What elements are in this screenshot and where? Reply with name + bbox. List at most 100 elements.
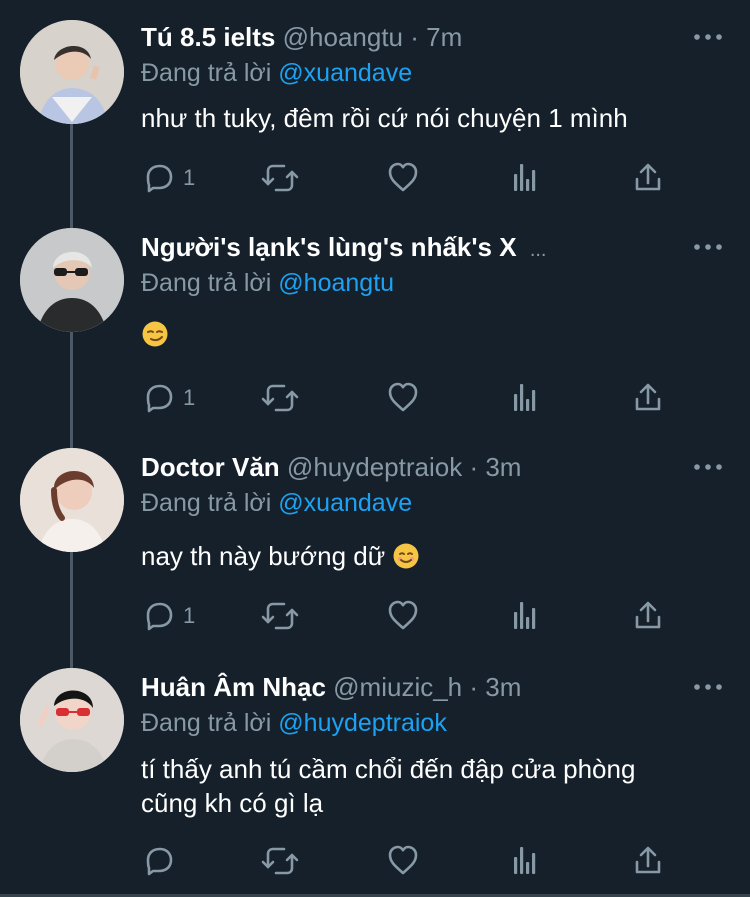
- name-overflow-ellipsis: ...: [529, 239, 547, 261]
- tweet-header: Người's lạnk's lùng's nhấk's X ...: [141, 229, 686, 265]
- tweet[interactable]: Tú 8.5 ielts @hoangtu · 7m Đang trả lời …: [0, 0, 750, 220]
- meta-separator: ·: [410, 22, 419, 52]
- tweet-text-content: nay th này bướng dữ: [141, 541, 386, 571]
- more-options-button[interactable]: [692, 238, 724, 256]
- replying-to-label: Đang trả lời: [141, 59, 272, 87]
- analytics-button[interactable]: [508, 843, 542, 879]
- reply-count: 1: [183, 385, 196, 410]
- smiling-face-emoji: [392, 542, 420, 578]
- tweet-text-line: cũng kh có gì lạ: [141, 788, 324, 818]
- retweet-button[interactable]: [261, 598, 299, 634]
- avatar[interactable]: [20, 448, 124, 552]
- retweet-button[interactable]: [261, 380, 299, 416]
- tweet[interactable]: Huân Âm Nhạc @miuzic_h · 3m Đang trả lời…: [0, 650, 750, 894]
- meta-separator: ·: [469, 672, 479, 702]
- timestamp[interactable]: 3m: [485, 452, 521, 482]
- tweet-actions: [141, 843, 681, 879]
- display-name[interactable]: Tú 8.5 ielts: [141, 22, 275, 52]
- avatar[interactable]: [20, 668, 124, 772]
- display-name[interactable]: Huân Âm Nhạc: [141, 672, 326, 702]
- replying-to-link[interactable]: @xuandave: [278, 59, 412, 87]
- username[interactable]: @huydeptraiok: [287, 452, 462, 482]
- share-icon: [631, 381, 665, 415]
- tweet[interactable]: Doctor Văn @huydeptraiok · 3m Đang trả l…: [0, 430, 750, 650]
- timestamp[interactable]: 7m: [426, 22, 462, 52]
- like-button[interactable]: [386, 160, 420, 196]
- more-options-button[interactable]: [692, 458, 724, 476]
- share-button[interactable]: [631, 843, 665, 879]
- heart-icon: [386, 161, 420, 195]
- share-button[interactable]: [631, 160, 665, 196]
- tweet-header: Huân Âm Nhạc @miuzic_h · 3m: [141, 669, 686, 705]
- reply-icon: [141, 599, 175, 633]
- more-options-button[interactable]: [692, 28, 724, 46]
- replying-to: Đang trả lời @huydeptraiok: [141, 705, 447, 741]
- tweet-thread: Tú 8.5 ielts @hoangtu · 7m Đang trả lời …: [0, 0, 750, 897]
- replying-to: Đang trả lời @hoangtu: [141, 265, 394, 301]
- analytics-icon: [508, 161, 542, 195]
- replying-to-label: Đang trả lời: [141, 489, 272, 517]
- tweet[interactable]: Người's lạnk's lùng's nhấk's X ... Đang …: [0, 210, 750, 430]
- more-options-button[interactable]: [692, 678, 724, 696]
- username[interactable]: @miuzic_h: [333, 672, 462, 702]
- reply-count: 1: [183, 165, 196, 190]
- retweet-button[interactable]: [261, 160, 299, 196]
- more-horizontal-icon: [692, 28, 724, 46]
- share-icon: [631, 599, 665, 633]
- replying-to-label: Đang trả lời: [141, 709, 272, 737]
- retweet-icon: [261, 844, 299, 878]
- reply-count: 1: [183, 603, 196, 628]
- reply-button[interactable]: [141, 843, 183, 879]
- tweet-header: Tú 8.5 ielts @hoangtu · 7m: [141, 19, 686, 55]
- tweet-text: tí thấy anh tú cầm chổi đến đập cửa phòn…: [141, 752, 721, 820]
- tweet-actions: 1: [141, 380, 681, 416]
- retweet-icon: [261, 381, 299, 415]
- analytics-icon: [508, 844, 542, 878]
- replying-to: Đang trả lời @xuandave: [141, 55, 412, 91]
- more-horizontal-icon: [692, 238, 724, 256]
- retweet-icon: [261, 161, 299, 195]
- heart-icon: [386, 381, 420, 415]
- share-button[interactable]: [631, 380, 665, 416]
- like-button[interactable]: [386, 598, 420, 634]
- display-name[interactable]: Người's lạnk's lùng's nhấk's X: [141, 232, 517, 262]
- like-button[interactable]: [386, 843, 420, 879]
- more-horizontal-icon: [692, 458, 724, 476]
- username[interactable]: @hoangtu: [283, 22, 403, 52]
- heart-icon: [386, 599, 420, 633]
- tweet-actions: 1: [141, 160, 681, 196]
- reply-icon: [141, 844, 175, 878]
- smirking-face-emoji: [141, 320, 169, 356]
- like-button[interactable]: [386, 380, 420, 416]
- reply-icon: [141, 161, 175, 195]
- reply-button[interactable]: 1: [141, 598, 195, 634]
- reply-icon: [141, 381, 175, 415]
- more-horizontal-icon: [692, 678, 724, 696]
- avatar[interactable]: [20, 20, 124, 124]
- replying-to-link[interactable]: @hoangtu: [278, 269, 394, 297]
- heart-icon: [386, 844, 420, 878]
- retweet-button[interactable]: [261, 843, 299, 879]
- reply-button[interactable]: 1: [141, 160, 195, 196]
- tweet-text: nay th này bướng dữ: [141, 539, 721, 578]
- replying-to-link[interactable]: @xuandave: [278, 489, 412, 517]
- analytics-icon: [508, 381, 542, 415]
- tweet-header: Doctor Văn @huydeptraiok · 3m: [141, 449, 686, 485]
- reply-button[interactable]: 1: [141, 380, 195, 416]
- analytics-button[interactable]: [508, 160, 542, 196]
- avatar[interactable]: [20, 228, 124, 332]
- timestamp[interactable]: 3m: [485, 672, 521, 702]
- replying-to-link[interactable]: @huydeptraiok: [278, 709, 447, 737]
- tweet-text: như th tuky, đêm rồi cứ nói chuyện 1 mìn…: [141, 103, 628, 133]
- tweet-actions: 1: [141, 598, 681, 634]
- analytics-button[interactable]: [508, 598, 542, 634]
- share-button[interactable]: [631, 598, 665, 634]
- share-icon: [631, 161, 665, 195]
- analytics-button[interactable]: [508, 380, 542, 416]
- tweet-text: [141, 317, 721, 356]
- meta-separator: ·: [469, 452, 479, 482]
- display-name[interactable]: Doctor Văn: [141, 452, 280, 482]
- retweet-icon: [261, 599, 299, 633]
- analytics-icon: [508, 599, 542, 633]
- replying-to-label: Đang trả lời: [141, 269, 272, 297]
